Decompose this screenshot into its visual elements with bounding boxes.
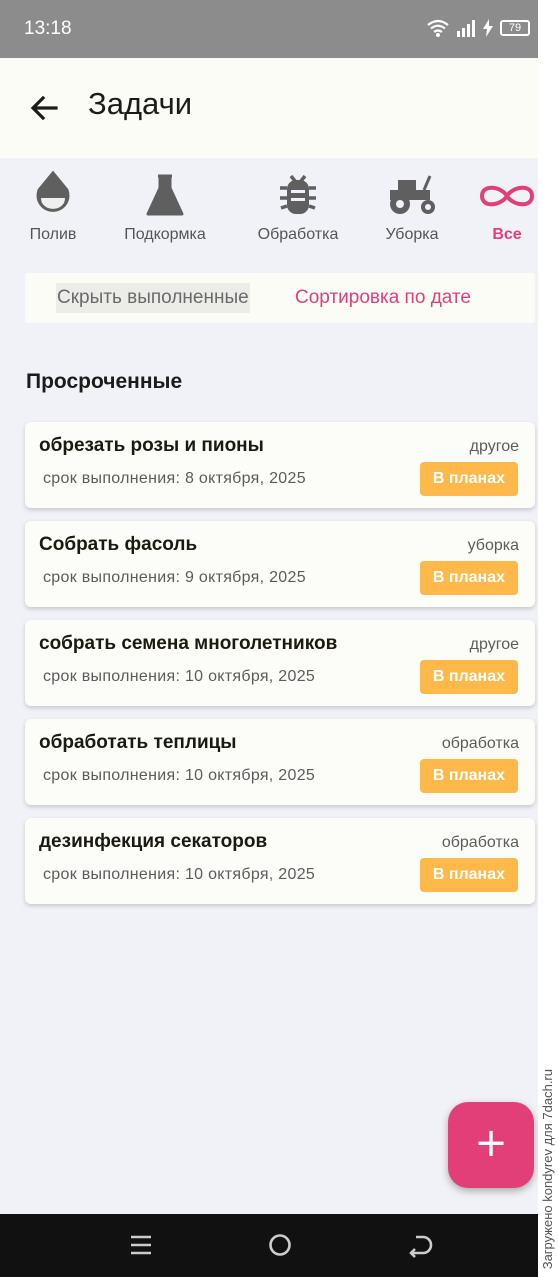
status-badge[interactable]: В планах [419, 561, 518, 595]
hide-completed-toggle[interactable]: Скрыть выполненные [56, 283, 250, 313]
add-task-button[interactable]: + [448, 1102, 534, 1188]
tab-feeding[interactable]: Подкормка [115, 170, 215, 244]
wifi-icon [427, 19, 449, 37]
task-title: собрать семена многолетников [39, 633, 338, 654]
menu-icon[interactable] [128, 1232, 154, 1258]
task-due-date: срок выполнения: 10 октября, 2025 [43, 866, 316, 883]
tab-watering[interactable]: Полив [24, 170, 82, 244]
task-due-date: срок выполнения: 9 октября, 2025 [43, 569, 306, 586]
flask-icon [146, 174, 184, 216]
charging-icon [483, 19, 493, 37]
tab-label: Подкормка [124, 226, 206, 243]
task-title: дезинфекция секаторов [39, 831, 268, 852]
tab-label: Уборка [385, 226, 439, 243]
phone-screen: 13:18 79 Задачи Полив Подкормка Обработк… [0, 0, 538, 1277]
task-title: обрезать розы и пионы [39, 435, 264, 456]
infinity-icon [479, 185, 535, 207]
task-card[interactable]: обработать теплицы срок выполнения: 10 о… [25, 719, 535, 805]
filter-bar: Скрыть выполненные Сортировка по дате [25, 273, 535, 323]
tab-label: Все [492, 226, 522, 243]
task-card[interactable]: Собрать фасоль срок выполнения: 9 октябр… [25, 521, 535, 607]
watermark-text: Загружено kondyrev для 7dach.ru [540, 1068, 555, 1269]
task-title: Собрать фасоль [39, 534, 198, 555]
task-category: другое [469, 636, 519, 653]
system-nav-bar [0, 1214, 538, 1277]
status-bar: 13:18 79 [0, 0, 538, 58]
task-card[interactable]: собрать семена многолетников срок выполн… [25, 620, 535, 706]
water-drop-icon [36, 170, 70, 212]
back-icon[interactable] [406, 1232, 434, 1258]
tab-harvest[interactable]: Уборка [380, 170, 444, 244]
bug-icon [280, 174, 316, 214]
task-title: обработать теплицы [39, 732, 237, 753]
tractor-icon [390, 175, 435, 214]
task-card[interactable]: обрезать розы и пионы срок выполнения: 8… [25, 422, 535, 508]
task-due-date: срок выполнения: 8 октября, 2025 [43, 470, 306, 487]
status-badge[interactable]: В планах [419, 858, 518, 892]
signal-icon [457, 20, 475, 37]
tab-all[interactable]: Все [478, 170, 536, 244]
status-time: 13:18 [24, 18, 72, 39]
task-card[interactable]: дезинфекция секаторов срок выполнения: 1… [25, 818, 535, 904]
sort-by-date-button[interactable]: Сортировка по дате [295, 283, 471, 313]
task-category: обработка [441, 735, 519, 752]
page-title: Задачи [88, 86, 193, 121]
plus-icon: + [474, 1120, 508, 1166]
back-arrow-icon[interactable] [26, 90, 62, 126]
task-list: обрезать розы и пионы срок выполнения: 8… [25, 422, 535, 917]
section-title-overdue: Просроченные [26, 370, 183, 393]
task-category: уборка [467, 537, 519, 554]
task-category: обработка [441, 834, 519, 851]
side-strip: Загружено kondyrev для 7dach.ru [538, 0, 558, 1277]
status-icons: 79 [426, 18, 530, 38]
task-due-date: срок выполнения: 10 октября, 2025 [43, 668, 316, 685]
tab-label: Полив [29, 226, 77, 243]
status-badge[interactable]: В планах [419, 660, 518, 694]
task-category: другое [469, 438, 519, 455]
tab-treatment[interactable]: Обработка [250, 170, 346, 244]
app-bar: Задачи [0, 58, 538, 158]
tab-label: Обработка [257, 226, 339, 243]
task-due-date: срок выполнения: 10 октября, 2025 [43, 767, 316, 784]
home-icon[interactable] [267, 1232, 293, 1258]
status-badge[interactable]: В планах [419, 462, 518, 496]
status-badge[interactable]: В планах [419, 759, 518, 793]
battery-icon: 79 [500, 20, 530, 36]
category-tabs: Полив Подкормка Обработка Уборка Все [0, 170, 538, 260]
